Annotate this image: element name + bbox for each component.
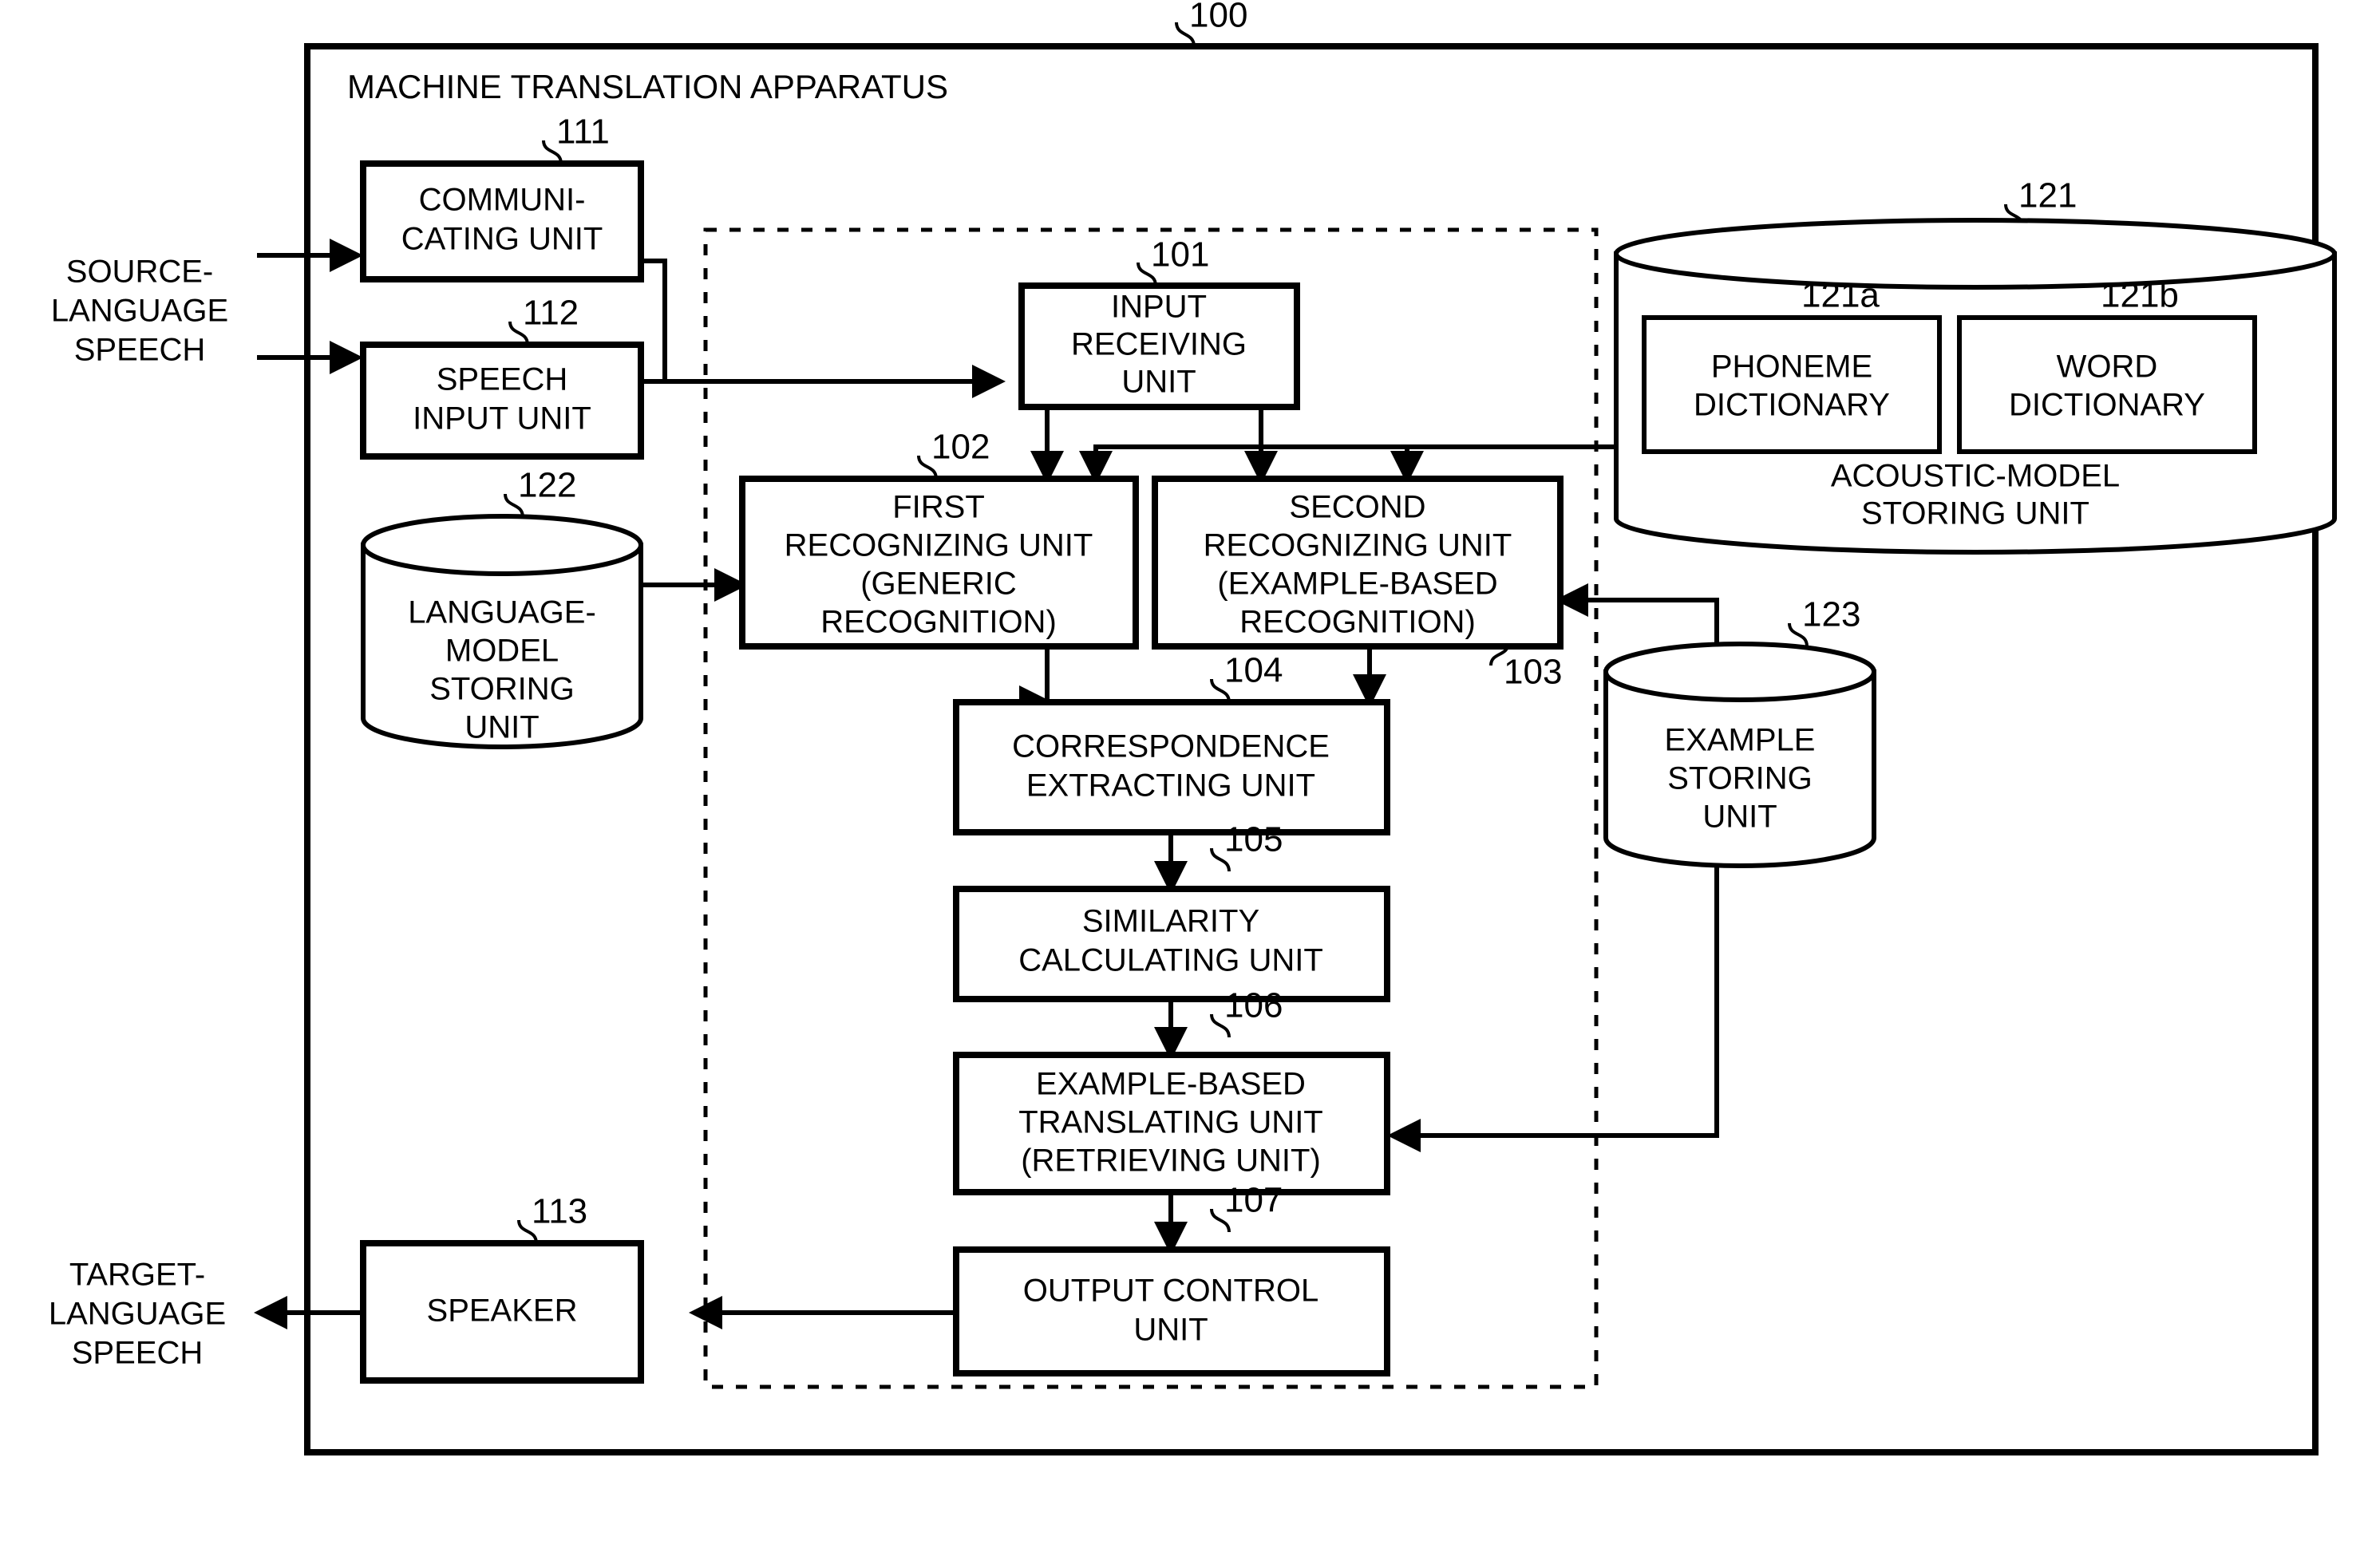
output-control-unit-box[interactable] [953, 1246, 1390, 1376]
target-language-speech-label-line2: LANGUAGE [49, 1297, 226, 1332]
ref-121a: 121a [1801, 276, 1880, 315]
speech-input-unit-label-line1: SPEECH [437, 362, 568, 397]
word-dictionary-label-line1: WORD [2057, 350, 2158, 385]
correspondence-extracting-unit-label-line1: CORRESPONDENCE [1012, 729, 1330, 764]
output-control-unit-label-line1: OUTPUT CONTROL [1023, 1274, 1318, 1309]
speaker-label: SPEAKER [427, 1294, 578, 1329]
ref-104: 104 [1224, 651, 1283, 690]
correspondence-extracting-unit-box[interactable] [953, 699, 1390, 835]
example-storing-unit-label-line3: UNIT [1702, 800, 1777, 835]
patent-figure-page: MACHINE TRANSLATION APPARATUS 100 111 11… [0, 0, 2372, 1568]
figure-canvas: MACHINE TRANSLATION APPARATUS 100 111 11… [49, 0, 2337, 1455]
ref-101: 101 [1151, 235, 1209, 274]
ref-107: 107 [1224, 1181, 1283, 1220]
acoustic-model-storing-unit-label-line1: ACOUSTIC-MODEL [1831, 459, 2120, 494]
connector-example-store-to-translating [1387, 866, 1719, 1152]
second-recognizing-unit-label-line1: SECOND [1289, 490, 1425, 525]
output-control-unit-label-line2: UNIT [1133, 1313, 1208, 1348]
second-recognizing-unit-label-line2: RECOGNIZING UNIT [1204, 528, 1512, 563]
similarity-calculating-unit-label-line2: CALCULATING UNIT [1018, 943, 1323, 978]
source-language-speech-label-line1: SOURCE- [66, 255, 213, 290]
phoneme-dictionary-label-line2: DICTIONARY [1694, 388, 1890, 423]
second-recognizing-unit-label-line4: RECOGNITION) [1239, 605, 1476, 640]
ref-122: 122 [518, 466, 576, 505]
speech-input-unit-label-line2: INPUT UNIT [413, 401, 591, 436]
language-model-storing-unit-label-line2: MODEL [445, 634, 559, 669]
example-storing-unit-label-line1: EXAMPLE [1665, 723, 1816, 758]
ref-105: 105 [1224, 820, 1283, 859]
language-model-storing-unit-label-line4: UNIT [465, 710, 539, 745]
connector-communicating-to-bus [641, 259, 667, 381]
communicating-unit-label-line2: CATING UNIT [401, 222, 603, 257]
ref-113: 113 [532, 1192, 587, 1231]
similarity-calculating-unit-label-line1: SIMILARITY [1082, 904, 1259, 939]
first-recognizing-unit-label-line1: FIRST [892, 490, 985, 525]
example-based-translating-unit-label-line2: TRANSLATING UNIT [1018, 1105, 1323, 1140]
first-recognizing-unit-label-line2: RECOGNIZING UNIT [785, 528, 1093, 563]
source-language-speech-label-line2: LANGUAGE [51, 294, 228, 329]
target-language-speech-label-line1: TARGET- [69, 1258, 205, 1293]
word-dictionary-label-line2: DICTIONARY [2009, 388, 2205, 423]
target-language-speech-label-line3: SPEECH [72, 1336, 204, 1371]
ref-121: 121 [2018, 176, 2077, 215]
first-recognizing-unit-label-line3: (GENERIC [860, 567, 1017, 602]
ref-102: 102 [931, 428, 990, 467]
example-based-translating-unit-label-line1: EXAMPLE-BASED [1036, 1067, 1306, 1102]
first-recognizing-unit-label-line4: RECOGNITION) [820, 605, 1057, 640]
example-storing-unit-label-line2: STORING [1667, 761, 1813, 796]
phoneme-dictionary-box [1642, 315, 1942, 454]
input-receiving-unit-label-line1: INPUT [1111, 290, 1207, 325]
ref-121b: 121b [2101, 276, 2179, 315]
input-receiving-unit-label-line2: RECEIVING [1071, 327, 1247, 362]
word-dictionary-box [1957, 315, 2257, 454]
language-model-storing-unit-label-line3: STORING [429, 672, 575, 707]
ref-111: 111 [556, 113, 610, 152]
language-model-storing-unit-label-line1: LANGUAGE- [408, 595, 596, 630]
ref-106: 106 [1224, 986, 1283, 1025]
page-title: MACHINE TRANSLATION APPARATUS [347, 68, 948, 105]
ref-112: 112 [523, 294, 579, 333]
phoneme-dictionary-label-line1: PHONEME [1711, 350, 1872, 385]
connector-acoustic-model-bus [1079, 444, 1616, 484]
acoustic-model-storing-unit-label-line2: STORING UNIT [1861, 496, 2089, 531]
correspondence-extracting-unit-label-line2: EXTRACTING UNIT [1026, 768, 1315, 804]
ref-103: 103 [1504, 653, 1562, 692]
input-receiving-unit-label-line3: UNIT [1121, 365, 1196, 400]
ref-123: 123 [1802, 595, 1860, 634]
source-language-speech-label-line3: SPEECH [74, 333, 206, 368]
ref-100: 100 [1189, 0, 1247, 35]
communicating-unit-label-line1: COMMUNI- [419, 183, 586, 218]
example-based-translating-unit-label-line3: (RETRIEVING UNIT) [1021, 1143, 1321, 1179]
second-recognizing-unit-label-line3: (EXAMPLE-BASED [1217, 567, 1497, 602]
